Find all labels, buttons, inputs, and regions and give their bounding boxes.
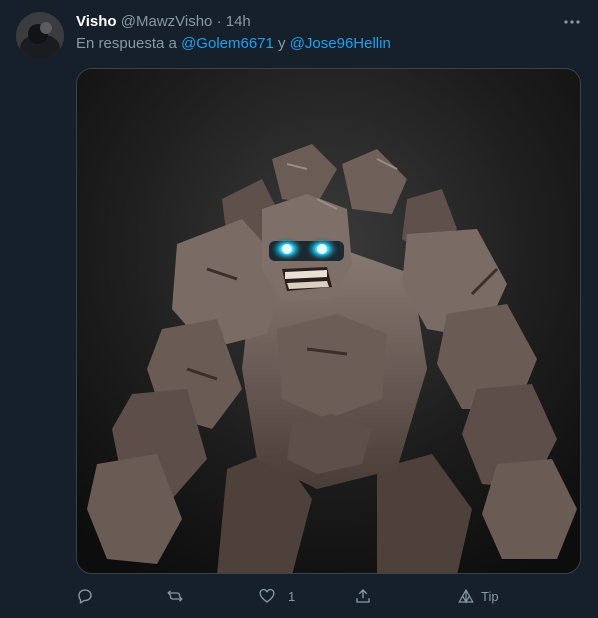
reply-icon bbox=[78, 589, 92, 604]
tip-label: Tip bbox=[481, 588, 499, 604]
retweet-button[interactable] bbox=[166, 582, 184, 610]
tweet-header: Visho @MawzVisho · 14h bbox=[76, 12, 558, 32]
tip-button[interactable]: Tip bbox=[457, 582, 499, 610]
retweet-icon bbox=[167, 590, 183, 602]
mention-link[interactable]: @Jose96Hellin bbox=[290, 35, 391, 52]
avatar-image bbox=[16, 12, 64, 60]
like-count: 1 bbox=[288, 588, 296, 604]
stone-golem-image bbox=[77, 69, 580, 573]
avatar[interactable] bbox=[16, 12, 64, 60]
mention-link[interactable]: @Golem6671 bbox=[181, 35, 274, 52]
heart-icon bbox=[259, 588, 275, 603]
separator-dot: · bbox=[216, 13, 222, 30]
like-button[interactable]: 1 bbox=[258, 582, 295, 610]
display-name[interactable]: Visho bbox=[76, 13, 117, 30]
tweet-media-image[interactable] bbox=[76, 68, 581, 574]
share-icon bbox=[356, 589, 370, 603]
tip-icon bbox=[458, 588, 474, 604]
reply-context: En respuesta a @Golem6671 y @Jose96Helli… bbox=[76, 34, 391, 54]
more-options-icon[interactable] bbox=[562, 12, 582, 32]
user-handle[interactable]: @MawzVisho bbox=[121, 13, 213, 30]
tweet-actions: 1 Tip bbox=[76, 582, 581, 610]
reply-button[interactable] bbox=[76, 582, 94, 610]
tweet: Visho @MawzVisho · 14h En respuesta a @G… bbox=[0, 0, 598, 618]
reply-joiner: y bbox=[278, 35, 286, 52]
share-button[interactable] bbox=[354, 582, 372, 610]
reply-prefix: En respuesta a bbox=[76, 35, 177, 52]
timestamp[interactable]: 14h bbox=[226, 13, 251, 30]
